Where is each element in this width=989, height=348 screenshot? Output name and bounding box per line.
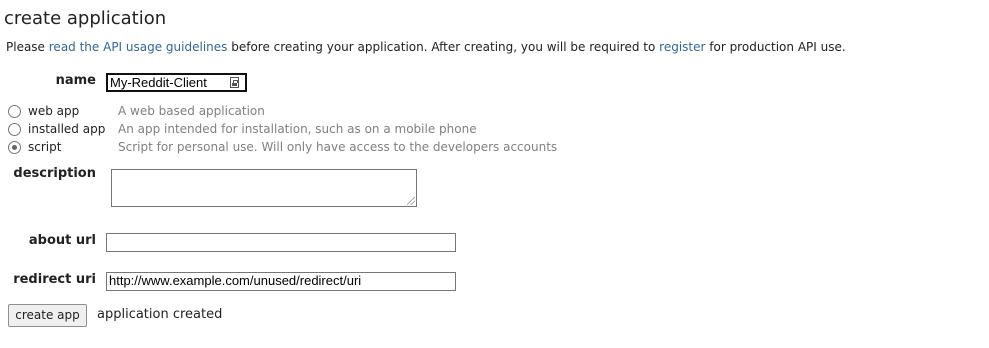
create-app-button[interactable]: create app <box>8 304 87 327</box>
description-label: description <box>13 166 96 181</box>
radio-script[interactable] <box>8 141 21 154</box>
intro-prefix: Please <box>6 40 49 54</box>
redirect-uri-label: redirect uri <box>13 272 96 287</box>
name-input-value: My-Reddit-Client <box>110 75 207 90</box>
status-message: application created <box>97 307 223 322</box>
app-type-installed-description: An app intended for installation, such a… <box>118 122 477 136</box>
radio-label-installed-app: installed app <box>28 122 106 136</box>
api-guidelines-link[interactable]: read the API usage guidelines <box>49 40 228 54</box>
autofill-icon[interactable] <box>230 77 239 88</box>
radio-label-script: script <box>28 140 62 154</box>
description-textarea[interactable] <box>111 169 417 207</box>
name-input[interactable]: My-Reddit-Client <box>105 72 248 93</box>
redirect-uri-input[interactable]: http://www.example.com/unused/redirect/u… <box>106 272 456 291</box>
app-type-script-description: Script for personal use. Will only have … <box>118 140 558 154</box>
about-url-input[interactable] <box>106 233 456 252</box>
page-title: create application <box>4 8 167 29</box>
name-label: name <box>55 73 96 88</box>
resize-grip-icon[interactable] <box>407 197 415 205</box>
intro-text: Please read the API usage guidelines bef… <box>6 40 846 54</box>
intro-middle: before creating your application. After … <box>227 40 660 54</box>
intro-suffix: for production API use. <box>705 40 846 54</box>
radio-label-web-app: web app <box>28 104 80 118</box>
app-type-web-description: A web based application <box>118 104 265 118</box>
radio-installed-app[interactable] <box>8 123 21 136</box>
register-link[interactable]: register <box>659 40 705 54</box>
about-url-label: about url <box>28 233 96 248</box>
radio-web-app[interactable] <box>8 105 21 118</box>
